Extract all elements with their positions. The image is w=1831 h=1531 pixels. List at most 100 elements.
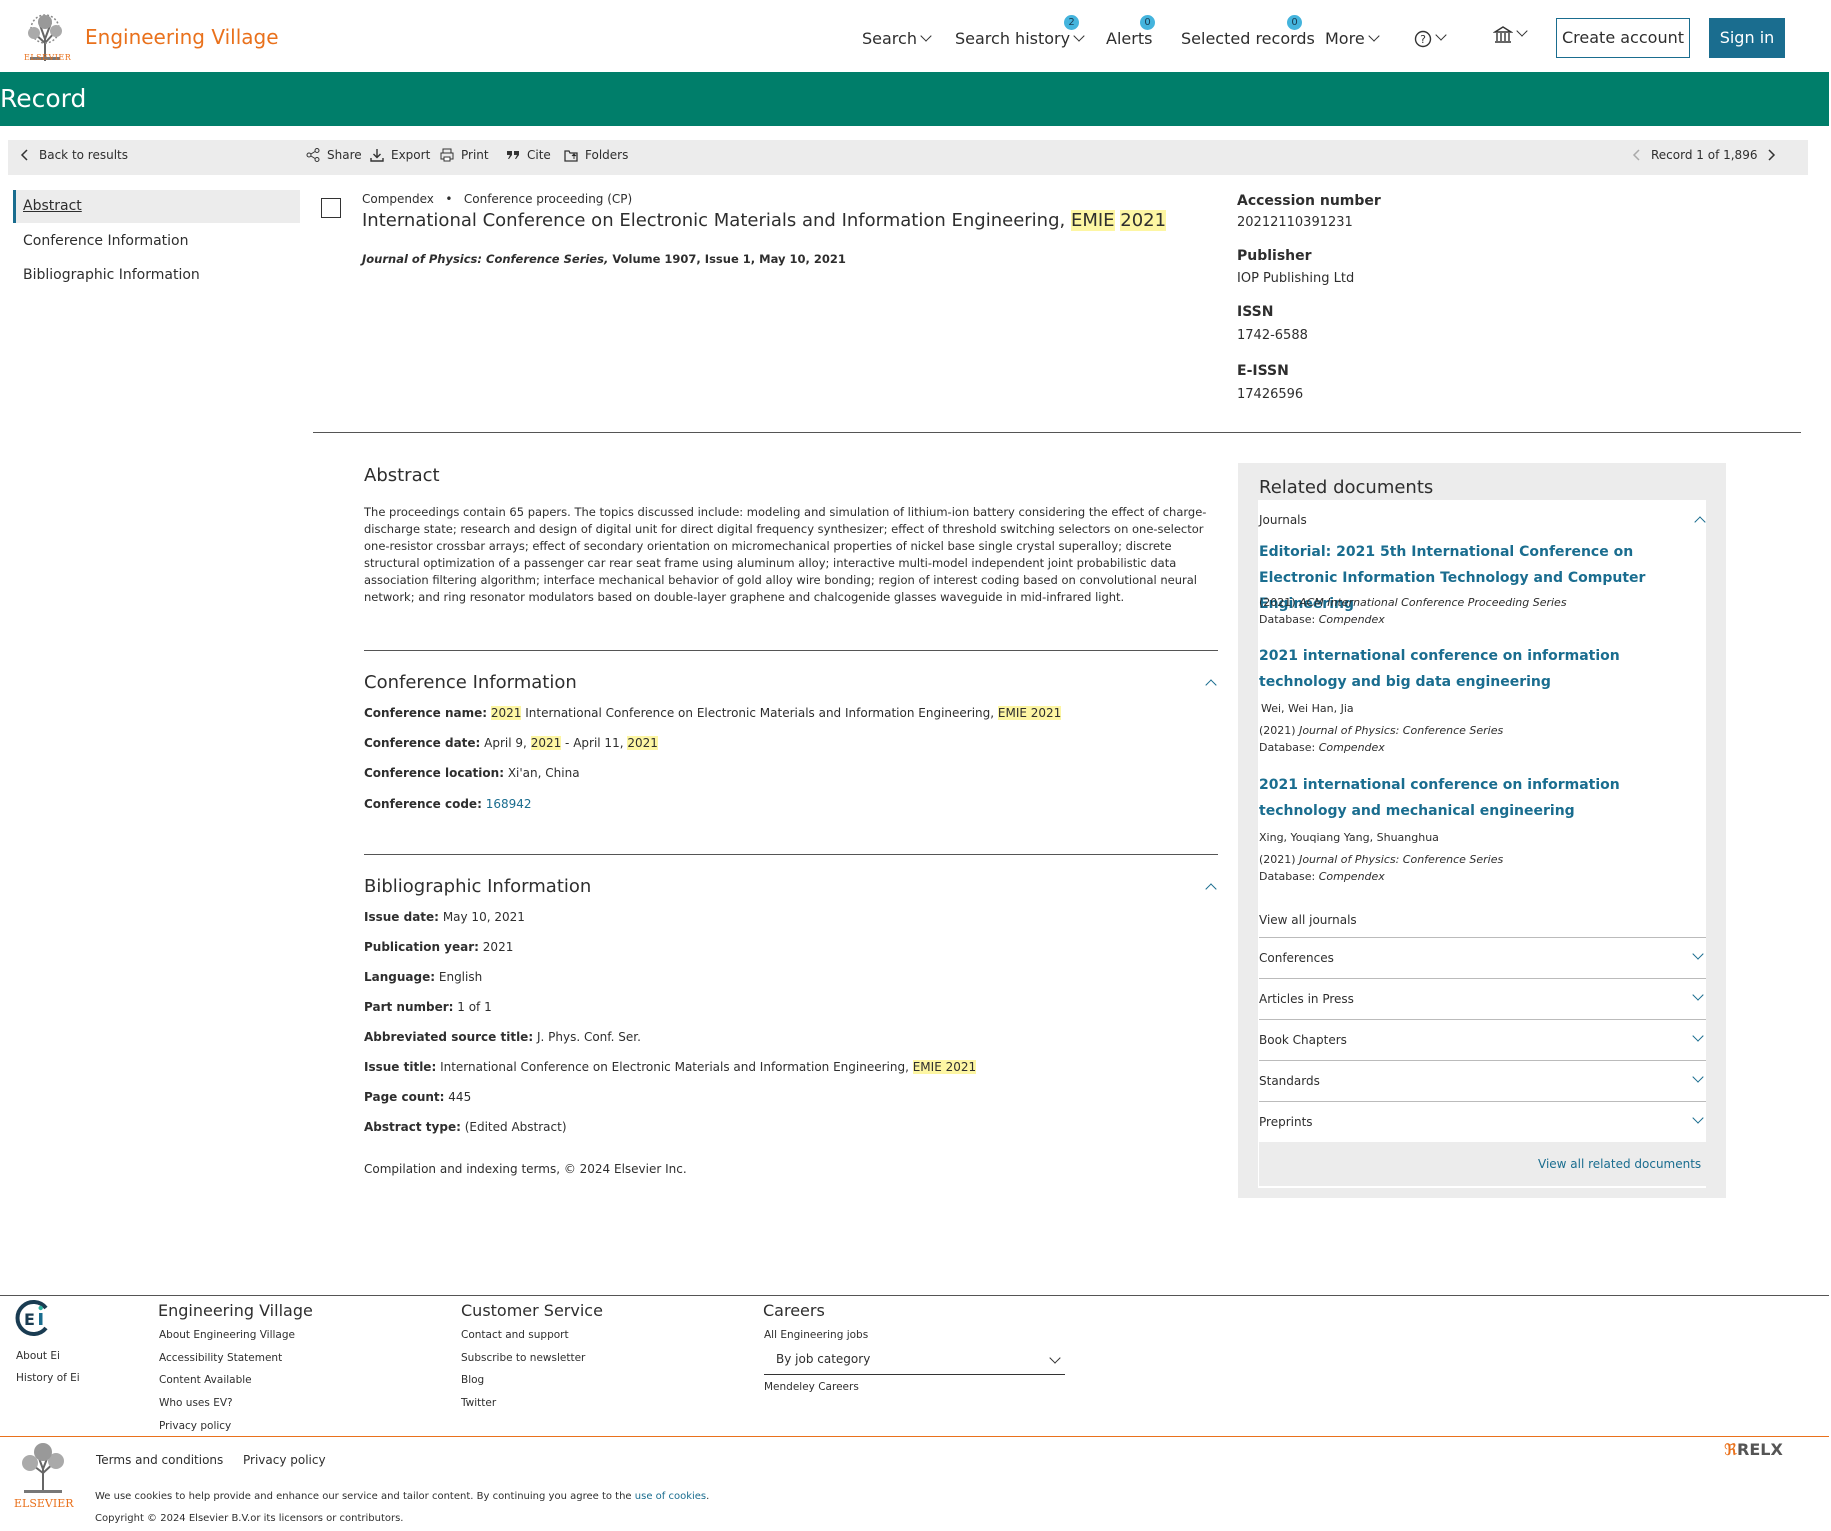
compilation-notice: Compilation and indexing terms, © 2024 E… bbox=[364, 1162, 687, 1176]
related-source: Journal of Physics: Conference Series bbox=[1299, 853, 1504, 866]
related-authors[interactable]: Xing, Youqiang Yang, Shuanghua bbox=[1259, 831, 1439, 844]
divider bbox=[364, 650, 1218, 651]
conference-code-field: Conference code: 168942 bbox=[364, 797, 532, 811]
folders-label: Folders bbox=[585, 148, 629, 162]
footer-link[interactable]: Content Available bbox=[159, 1374, 252, 1386]
nav-alerts[interactable]: Alerts bbox=[1106, 29, 1152, 48]
nav-more[interactable]: More bbox=[1325, 29, 1380, 48]
title-text: International Conference on Electronic M… bbox=[362, 210, 1071, 231]
journals-accordion-label[interactable]: Journals bbox=[1259, 513, 1307, 527]
left-nav-conference[interactable]: Conference Information bbox=[23, 233, 189, 249]
record-pagination: Record 1 of 1,896 bbox=[1629, 147, 1779, 163]
share-icon bbox=[306, 148, 320, 162]
issue-title-label: Issue title: bbox=[364, 1060, 437, 1074]
accordion-preprints[interactable]: Preprints bbox=[1259, 1101, 1706, 1142]
cookie-link[interactable]: use of cookies bbox=[635, 1491, 706, 1502]
cite-button[interactable]: Cite bbox=[505, 147, 551, 163]
related-journal-link[interactable]: 2021 international conference on informa… bbox=[1259, 643, 1704, 695]
view-all-journals-link[interactable]: View all journals bbox=[1259, 913, 1357, 927]
sign-in-button[interactable]: Sign in bbox=[1709, 18, 1785, 58]
conference-name-label: Conference name: bbox=[364, 706, 488, 720]
abbreviated-title-field: Abbreviated source title: J. Phys. Conf.… bbox=[364, 1030, 641, 1044]
print-label: Print bbox=[461, 148, 489, 162]
journal-citation: Journal of Physics: Conference Series, V… bbox=[362, 252, 846, 266]
left-nav-abstract[interactable]: Abstract bbox=[23, 198, 82, 214]
conference-date-end: - April 11, bbox=[561, 736, 628, 750]
alerts-badge: 0 bbox=[1140, 15, 1155, 30]
conference-code-label: Conference code: bbox=[364, 797, 482, 811]
related-db-label: Database: bbox=[1259, 613, 1316, 626]
elsevier-tree-logo[interactable] bbox=[12, 1441, 74, 1495]
chevron-left-icon bbox=[20, 149, 28, 161]
about-ei-link[interactable]: About Ei bbox=[16, 1350, 60, 1362]
title-highlight-emie: EMIE bbox=[1070, 210, 1115, 231]
related-journal-source: (2021) Journal of Physics: Conference Se… bbox=[1259, 724, 1503, 737]
nav-selected-records[interactable]: Selected records bbox=[1181, 29, 1315, 48]
part-number-label: Part number: bbox=[364, 1000, 454, 1014]
accordion-book-chapters[interactable]: Book Chapters bbox=[1259, 1019, 1706, 1060]
next-record-icon[interactable] bbox=[1763, 147, 1779, 163]
footer-divider bbox=[0, 1295, 1829, 1296]
related-db: Compendex bbox=[1318, 741, 1385, 754]
job-category-select[interactable]: By job category bbox=[764, 1343, 1065, 1375]
publication-year-value: 2021 bbox=[482, 940, 514, 954]
footer-link[interactable]: About Engineering Village bbox=[159, 1329, 295, 1341]
chevron-down-icon bbox=[1435, 29, 1447, 41]
download-icon bbox=[370, 149, 384, 162]
footer-customer-service-heading: Customer Service bbox=[461, 1301, 603, 1320]
nav-search-history[interactable]: Search history bbox=[955, 29, 1085, 48]
footer-link[interactable]: Mendeley Careers bbox=[764, 1381, 859, 1393]
footer-link[interactable]: Privacy policy bbox=[159, 1420, 231, 1432]
footer-link[interactable]: Who uses EV? bbox=[159, 1397, 233, 1409]
export-button[interactable]: Export bbox=[369, 147, 430, 163]
issue-date-label: Issue date: bbox=[364, 910, 439, 924]
footer-link[interactable]: Subscribe to newsletter bbox=[461, 1352, 585, 1364]
ei-logo[interactable]: E bbox=[13, 1298, 53, 1338]
help-menu[interactable]: ? bbox=[1414, 29, 1447, 48]
nav-search[interactable]: Search bbox=[862, 29, 932, 48]
related-year: (2021) bbox=[1259, 596, 1296, 609]
print-button[interactable]: Print bbox=[439, 147, 489, 163]
folders-button[interactable]: Folders bbox=[563, 147, 628, 163]
issn-link[interactable]: 1742-6588 bbox=[1237, 328, 1308, 343]
footer-link[interactable]: Accessibility Statement bbox=[159, 1352, 282, 1364]
share-button[interactable]: Share bbox=[305, 147, 362, 163]
abstract-type-field: Abstract type: (Edited Abstract) bbox=[364, 1120, 567, 1134]
back-to-results-link[interactable]: Back to results bbox=[17, 147, 128, 163]
history-ei-link[interactable]: History of Ei bbox=[16, 1372, 80, 1384]
part-number-field: Part number: 1 of 1 bbox=[364, 1000, 492, 1014]
conference-date-label: Conference date: bbox=[364, 736, 481, 750]
accordion-articles-in-press[interactable]: Articles in Press bbox=[1259, 978, 1706, 1019]
select-record-checkbox[interactable] bbox=[321, 198, 341, 218]
footer-link[interactable]: Blog bbox=[461, 1374, 484, 1386]
related-journal-link[interactable]: 2021 international conference on informa… bbox=[1259, 772, 1704, 824]
conference-code-link[interactable]: 168942 bbox=[486, 797, 532, 811]
previous-record-icon[interactable] bbox=[1629, 147, 1645, 163]
collapse-bibliographic-icon[interactable] bbox=[1205, 883, 1217, 895]
accordion-standards[interactable]: Standards bbox=[1259, 1060, 1706, 1101]
collapse-conference-icon[interactable] bbox=[1205, 679, 1217, 691]
related-authors[interactable]: Wei, Wei Han, Jia bbox=[1261, 702, 1354, 715]
institution-menu[interactable] bbox=[1493, 25, 1528, 45]
accordion-conferences[interactable]: Conferences bbox=[1259, 937, 1706, 978]
svg-text:?: ? bbox=[1420, 33, 1426, 46]
footer-link[interactable]: All Engineering jobs bbox=[764, 1329, 868, 1341]
footer-link[interactable]: Twitter bbox=[461, 1397, 496, 1409]
related-year: (2021) bbox=[1259, 853, 1296, 866]
footer-link[interactable]: Contact and support bbox=[461, 1329, 569, 1341]
create-account-button[interactable]: Create account bbox=[1556, 18, 1690, 58]
app-name[interactable]: Engineering Village bbox=[85, 25, 279, 49]
left-nav-bibliographic[interactable]: Bibliographic Information bbox=[23, 267, 200, 283]
relx-mark-icon: ℜ bbox=[1724, 1440, 1738, 1459]
related-journal-db: Database: Compendex bbox=[1259, 870, 1385, 883]
related-db-label: Database: bbox=[1259, 741, 1316, 754]
chevron-down-icon bbox=[1692, 1030, 1704, 1042]
chevron-down-icon bbox=[1692, 989, 1704, 1001]
relx-logo[interactable]: ℜRELX bbox=[1724, 1440, 1783, 1459]
view-all-related-link[interactable]: View all related documents bbox=[1538, 1157, 1701, 1171]
language-label: Language: bbox=[364, 970, 436, 984]
eissn-link[interactable]: 17426596 bbox=[1237, 387, 1303, 402]
related-db: Compendex bbox=[1318, 870, 1385, 883]
terms-link[interactable]: Terms and conditions bbox=[96, 1453, 223, 1467]
privacy-link[interactable]: Privacy policy bbox=[243, 1453, 326, 1467]
